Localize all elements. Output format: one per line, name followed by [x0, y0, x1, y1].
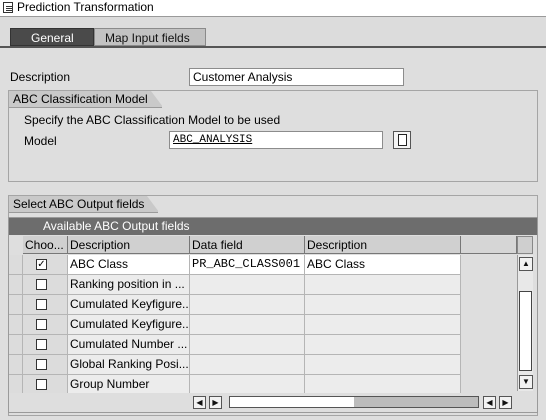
choose-checkbox[interactable] [36, 299, 47, 310]
window-icon [3, 2, 13, 13]
data-field-cell[interactable]: PR_ABC_CLASS001 [190, 255, 305, 275]
description-2-cell[interactable] [305, 375, 461, 395]
choose-cell [23, 315, 68, 335]
horizontal-scroll-area: ◀ ▶ ◀ ▶ [9, 393, 537, 412]
model-label: Model [24, 134, 57, 148]
choose-checkbox[interactable] [36, 379, 47, 390]
abc-model-instruction: Specify the ABC Classification Model to … [24, 113, 281, 127]
choose-cell [23, 375, 68, 395]
description-2-cell[interactable] [305, 335, 461, 355]
description-cell: Cumulated Keyfigure... [68, 295, 190, 315]
data-field-cell[interactable] [190, 315, 305, 335]
choose-cell [23, 335, 68, 355]
description-field[interactable]: Customer Analysis [189, 68, 404, 86]
model-value-help-button[interactable] [393, 131, 411, 149]
choose-checkbox[interactable]: ✓ [36, 259, 47, 270]
choose-checkbox[interactable] [36, 279, 47, 290]
choose-checkbox[interactable] [36, 339, 47, 350]
row-selector[interactable] [9, 315, 23, 335]
document-icon [398, 134, 407, 146]
output-fields-group-title: Select ABC Output fields [9, 196, 160, 213]
window-title: Prediction Transformation [17, 0, 154, 14]
column-header-choose[interactable]: Choo... [23, 236, 68, 254]
output-fields-table: Available ABC Output fields Choo... Desc… [8, 217, 538, 413]
description-cell: Cumulated Keyfigure... [68, 315, 190, 335]
scroll-down-icon[interactable]: ▼ [519, 375, 533, 389]
description-cell: Group Number [68, 375, 190, 395]
data-field-cell[interactable] [190, 375, 305, 395]
description-cell: Cumulated Number ... [68, 335, 190, 355]
description-2-cell[interactable] [305, 315, 461, 335]
table-row[interactable]: Cumulated Number ... [9, 335, 461, 355]
column-header-description[interactable]: Description [68, 236, 190, 254]
row-selector[interactable] [9, 295, 23, 315]
model-field[interactable]: ABC_ANALYSIS [169, 131, 383, 149]
data-field-cell[interactable] [190, 295, 305, 315]
data-field-cell[interactable] [190, 275, 305, 295]
scroll-left-end-icon[interactable]: ◀ [483, 396, 496, 409]
vertical-scrollbar[interactable]: ▲ ▼ [517, 255, 533, 391]
choose-cell [23, 275, 68, 295]
description-2-cell[interactable]: ABC Class [305, 255, 461, 275]
table-row[interactable]: Group Number [9, 375, 461, 395]
scroll-left-icon[interactable]: ◀ [193, 396, 206, 409]
horizontal-scrollbar[interactable] [229, 396, 479, 408]
column-header-data-field[interactable]: Data field [190, 236, 305, 254]
scroll-up-icon[interactable]: ▲ [519, 257, 533, 271]
table-title: Available ABC Output fields [9, 218, 537, 235]
row-selector[interactable] [9, 255, 23, 275]
tab-general[interactable]: General [10, 28, 94, 46]
abc-model-group-title: ABC Classification Model [9, 91, 163, 108]
table-row[interactable]: Cumulated Keyfigure... [9, 295, 461, 315]
table-row[interactable]: Ranking position in ... [9, 275, 461, 295]
tab-strip: General Map Input fields [0, 24, 546, 48]
description-cell: Ranking position in ... [68, 275, 190, 295]
table-row[interactable]: ✓ ABC Class PR_ABC_CLASS001 ABC Class [9, 255, 461, 275]
scroll-right-end-icon[interactable]: ▶ [499, 396, 512, 409]
vertical-scroll-thumb[interactable] [519, 291, 532, 371]
row-selector[interactable] [9, 375, 23, 395]
table-row[interactable]: Global Ranking Posi... [9, 355, 461, 375]
horizontal-scroll-thumb[interactable] [354, 397, 478, 407]
choose-checkbox[interactable] [36, 359, 47, 370]
description-2-cell[interactable] [305, 275, 461, 295]
row-selector[interactable] [9, 275, 23, 295]
tab-map-input-fields[interactable]: Map Input fields [94, 28, 206, 46]
choose-cell [23, 295, 68, 315]
choose-cell [23, 355, 68, 375]
description-2-cell[interactable] [305, 295, 461, 315]
table-row[interactable]: Cumulated Keyfigure... [9, 315, 461, 335]
data-field-cell[interactable] [190, 335, 305, 355]
description-cell: Global Ranking Posi... [68, 355, 190, 375]
data-field-cell[interactable] [190, 355, 305, 375]
column-header-description-2[interactable]: Description [305, 236, 461, 254]
row-selector[interactable] [9, 335, 23, 355]
description-cell: ABC Class [68, 255, 190, 275]
choose-checkbox[interactable] [36, 319, 47, 330]
description-2-cell[interactable] [305, 355, 461, 375]
row-selector[interactable] [9, 355, 23, 375]
column-settings-button[interactable] [517, 236, 533, 254]
description-label: Description [10, 70, 71, 84]
title-bar: Prediction Transformation [0, 0, 546, 17]
scroll-right-icon[interactable]: ▶ [209, 396, 222, 409]
choose-cell: ✓ [23, 255, 68, 275]
column-header-empty [461, 236, 517, 254]
